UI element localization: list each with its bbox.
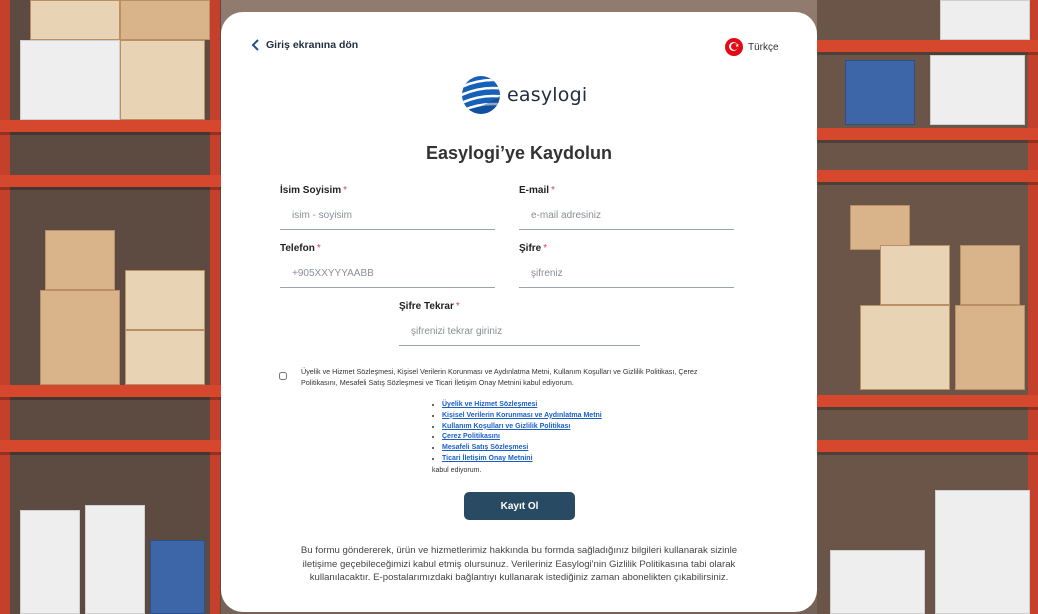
link-terms-privacy[interactable]: Kullanım Koşulları ve Gizlilik Politikas… [442, 423, 570, 430]
email-field-label: E-mail * [519, 185, 555, 196]
language-selector[interactable]: ★ Türkçe [725, 38, 779, 56]
link-commercial-consent[interactable]: Ticari İletişim Onay Metnini [442, 455, 533, 462]
password-confirm-input[interactable] [399, 318, 640, 346]
brand-logo: easylogi [461, 75, 587, 115]
password-confirm-field-group: Şifre Tekrar * [399, 301, 640, 346]
globe-logo-icon [462, 76, 500, 114]
chevron-left-icon [251, 39, 259, 51]
consent-row: Üyelik ve Hizmet Sözleşmesi, Kişisel Ver… [279, 366, 709, 388]
phone-input[interactable] [280, 260, 495, 288]
back-link-label: Giriş ekranına dön [266, 39, 359, 51]
link-distance-sales[interactable]: Mesafeli Satış Sözleşmesi [442, 444, 528, 451]
email-input[interactable] [519, 202, 734, 230]
link-membership-agreement[interactable]: Üyelik ve Hizmet Sözleşmesi [442, 401, 537, 408]
link-kvkk-disclosure[interactable]: Kişisel Verilerin Korunması ve Aydınlatm… [442, 412, 602, 419]
consent-checkbox[interactable] [279, 372, 287, 380]
agreement-links: Üyelik ve Hizmet Sözleşmesi Kişisel Veri… [432, 400, 602, 476]
consent-text: Üyelik ve Hizmet Sözleşmesi, Kişisel Ver… [301, 367, 698, 387]
links-tail-text: kabul ediyorum. [432, 466, 482, 474]
signup-card: Giriş ekranına dön ★ Türkçe easylogi Eas… [221, 12, 817, 612]
password-field-label: Şifre * [519, 243, 548, 254]
name-field-group: İsim Soyisim * [280, 185, 495, 230]
link-cookie-policy[interactable]: Çerez Politikasını [442, 433, 500, 440]
name-field-label: İsim Soyisim * [280, 185, 348, 196]
phone-field-group: Telefon * [280, 243, 495, 288]
page-title: Easylogi’ye Kaydolun [425, 143, 613, 163]
email-field-group: E-mail * [519, 185, 734, 230]
password-field-group: Şifre * [519, 243, 734, 288]
password-confirm-field-label: Şifre Tekrar * [399, 301, 460, 312]
logo-text: easylogi [507, 84, 588, 106]
phone-field-label: Telefon * [280, 243, 321, 254]
register-button[interactable]: Kayıt Ol [464, 492, 575, 520]
language-label: Türkçe [748, 41, 779, 53]
footer-disclaimer: Bu formu göndererek, ürün ve hizmetlerim… [300, 545, 738, 583]
turkey-flag-icon: ★ [725, 38, 743, 56]
back-to-login-link[interactable]: Giriş ekranına dön [251, 39, 358, 51]
password-input[interactable] [519, 260, 734, 288]
name-input[interactable] [280, 202, 495, 230]
